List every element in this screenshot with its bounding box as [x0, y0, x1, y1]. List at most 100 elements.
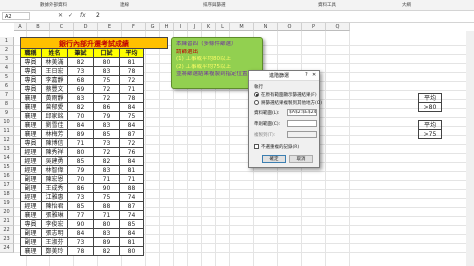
- close-icon[interactable]: ✕: [312, 72, 316, 78]
- criteria-cell[interactable]: >75: [418, 129, 442, 139]
- table-cell[interactable]: 71: [94, 211, 120, 220]
- table-cell[interactable]: 74: [120, 193, 144, 202]
- table-header-cell[interactable]: 口試: [94, 49, 120, 58]
- table-cell[interactable]: 72: [120, 139, 144, 148]
- row-header[interactable]: 1: [0, 37, 14, 46]
- row-header[interactable]: 8: [0, 100, 14, 109]
- table-cell[interactable]: 70: [68, 112, 94, 121]
- ribbon-group-external-data[interactable]: 數據外部資料: [40, 2, 67, 8]
- table-cell[interactable]: 黃雨靜: [42, 94, 68, 103]
- column-header[interactable]: O: [278, 23, 302, 31]
- table-cell[interactable]: 72: [94, 148, 120, 157]
- row-header[interactable]: 12: [0, 136, 14, 145]
- column-header[interactable]: N: [254, 23, 278, 31]
- table-cell[interactable]: 83: [94, 121, 120, 130]
- list-range-input[interactable]: $A$2:$E$24: [287, 109, 317, 116]
- table-cell[interactable]: 經理: [20, 157, 42, 166]
- row-header[interactable]: 7: [0, 91, 14, 100]
- table-cell[interactable]: 襄理: [20, 211, 42, 220]
- table-cell[interactable]: 專員: [20, 85, 42, 94]
- table-cell[interactable]: 86: [94, 103, 120, 112]
- table-cell[interactable]: 85: [120, 220, 144, 229]
- table-cell[interactable]: 蔡豐文: [42, 85, 68, 94]
- table-cell[interactable]: 80: [68, 148, 94, 157]
- row-header[interactable]: 20: [0, 208, 14, 217]
- criteria-range-input[interactable]: [287, 120, 317, 127]
- table-cell[interactable]: 68: [68, 76, 94, 85]
- row-header[interactable]: 13: [0, 145, 14, 154]
- vertical-scrollbar[interactable]: [466, 31, 474, 266]
- table-cell[interactable]: 張志明: [42, 229, 68, 238]
- table-cell[interactable]: 71: [68, 139, 94, 148]
- table-cell[interactable]: 72: [94, 85, 120, 94]
- ok-button[interactable]: 確定: [262, 155, 286, 163]
- table-cell[interactable]: 87: [120, 130, 144, 139]
- table-cell[interactable]: 80: [94, 58, 120, 67]
- table-cell[interactable]: 專員: [20, 76, 42, 85]
- table-cell[interactable]: 林美滿: [42, 58, 68, 67]
- table-cell[interactable]: 吳建勇: [42, 157, 68, 166]
- table-cell[interactable]: 副理: [20, 184, 42, 193]
- table-cell[interactable]: 江雅惠: [42, 193, 68, 202]
- table-cell[interactable]: 鄭美玲: [42, 247, 68, 256]
- table-cell[interactable]: 85: [94, 130, 120, 139]
- table-cell[interactable]: 84: [68, 121, 94, 130]
- column-header[interactable]: K: [202, 23, 216, 31]
- table-cell[interactable]: 90: [94, 184, 120, 193]
- table-cell[interactable]: 74: [120, 211, 144, 220]
- row-header[interactable]: 3: [0, 55, 14, 64]
- table-cell[interactable]: 邱家銘: [42, 112, 68, 121]
- row-header[interactable]: 19: [0, 199, 14, 208]
- row-header[interactable]: 21: [0, 217, 14, 226]
- row-header[interactable]: 18: [0, 190, 14, 199]
- cancel-button[interactable]: 取消: [289, 155, 313, 163]
- table-cell[interactable]: 82: [68, 58, 94, 67]
- row-header[interactable]: 14: [0, 154, 14, 163]
- table-cell[interactable]: 75: [120, 112, 144, 121]
- table-cell[interactable]: 77: [68, 211, 94, 220]
- table-cell[interactable]: 襄理: [20, 130, 42, 139]
- row-header[interactable]: 9: [0, 109, 14, 118]
- table-cell[interactable]: 王淑芬: [42, 238, 68, 247]
- table-cell[interactable]: 81: [120, 238, 144, 247]
- table-cell[interactable]: 84: [120, 229, 144, 238]
- table-cell[interactable]: 曾郁愛: [42, 103, 68, 112]
- ribbon-group-outline[interactable]: 大綱: [402, 2, 411, 8]
- row-header[interactable]: 4: [0, 64, 14, 73]
- row-header[interactable]: 5: [0, 73, 14, 82]
- help-icon[interactable]: ?: [305, 72, 308, 78]
- table-cell[interactable]: 89: [94, 238, 120, 247]
- table-cell[interactable]: 林智偉: [42, 166, 68, 175]
- table-cell[interactable]: 副理: [20, 238, 42, 247]
- confirm-icon[interactable]: ✓: [68, 12, 73, 19]
- table-cell[interactable]: 襄理: [20, 112, 42, 121]
- row-header[interactable]: 23: [0, 235, 14, 244]
- column-header[interactable]: J: [188, 23, 202, 31]
- table-cell[interactable]: 78: [120, 94, 144, 103]
- column-header[interactable]: I: [174, 23, 188, 31]
- table-cell[interactable]: 76: [120, 148, 144, 157]
- row-header[interactable]: 17: [0, 181, 14, 190]
- table-cell[interactable]: 80: [94, 220, 120, 229]
- table-cell[interactable]: 78: [120, 67, 144, 76]
- table-cell[interactable]: 王成秀: [42, 184, 68, 193]
- table-cell[interactable]: 襄理: [20, 94, 42, 103]
- column-header[interactable]: D: [74, 23, 98, 31]
- row-header[interactable]: 2: [0, 46, 14, 55]
- table-cell[interactable]: 70: [68, 175, 94, 184]
- table-cell[interactable]: 專員: [20, 139, 42, 148]
- table-cell[interactable]: 71: [94, 175, 120, 184]
- table-cell[interactable]: 83: [94, 67, 120, 76]
- table-header-cell[interactable]: 平均: [120, 49, 144, 58]
- function-icon[interactable]: fx: [80, 12, 86, 19]
- row-header[interactable]: 6: [0, 82, 14, 91]
- table-cell[interactable]: 80: [120, 247, 144, 256]
- table-cell[interactable]: 72: [94, 94, 120, 103]
- table-cell[interactable]: 83: [94, 229, 120, 238]
- table-cell[interactable]: 李嘉靜: [42, 76, 68, 85]
- column-header[interactable]: H: [160, 23, 174, 31]
- table-cell[interactable]: 專員: [20, 67, 42, 76]
- table-cell[interactable]: 專員: [20, 58, 42, 67]
- formula-input[interactable]: 2: [96, 12, 100, 20]
- name-box[interactable]: A2: [2, 12, 30, 20]
